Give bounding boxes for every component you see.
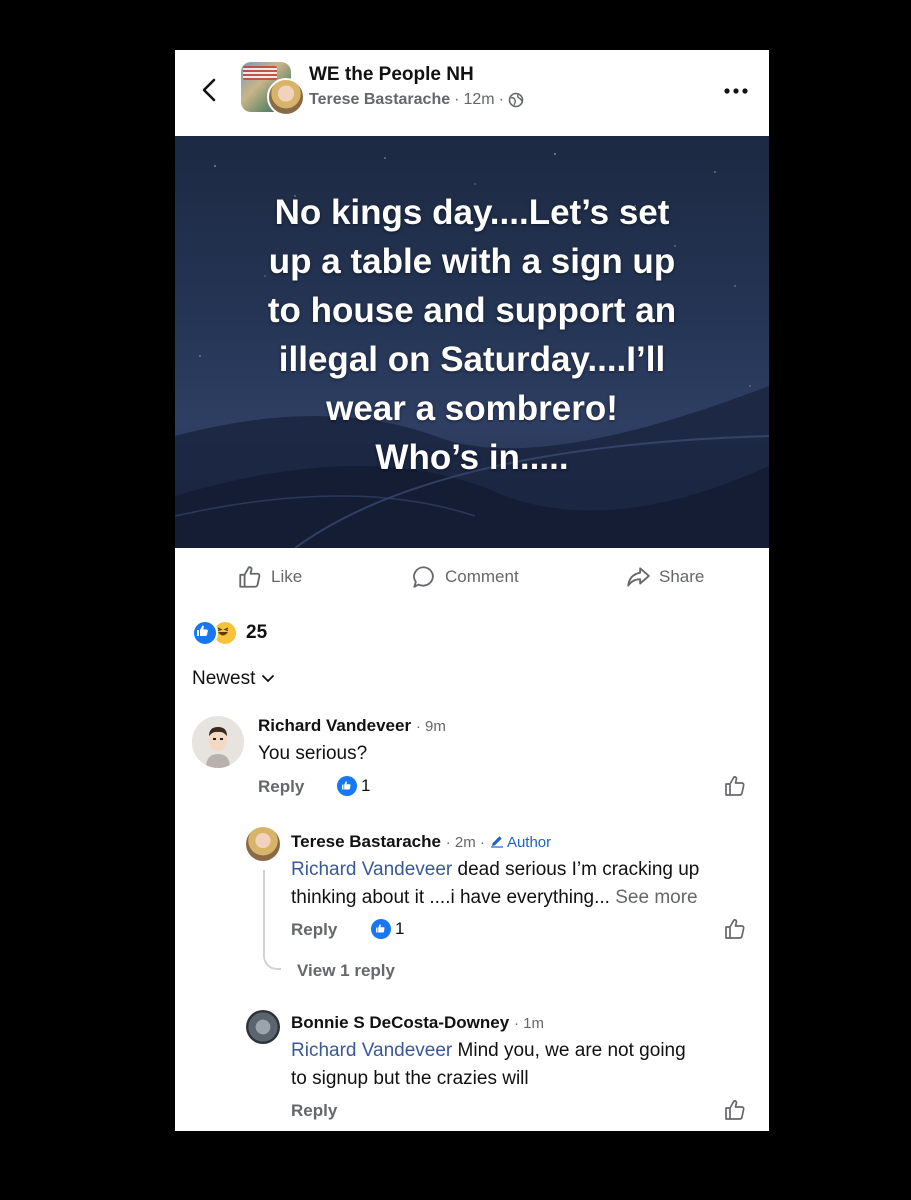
reply-button[interactable]: Reply (258, 777, 304, 797)
post-text-line: to house and support an (267, 291, 677, 330)
sort-label: Newest (192, 668, 256, 689)
comment-icon (413, 566, 434, 588)
thumbs-up-icon (239, 566, 261, 588)
post-text-line: wear a sombrero! (326, 389, 618, 428)
thumbs-up-icon[interactable] (723, 774, 747, 798)
mention-link[interactable]: Richard Vandeveer (291, 1040, 452, 1061)
avatar[interactable] (246, 827, 280, 861)
comment-label: Comment (445, 567, 519, 586)
post-meta: Terese Bastarache · 12m · (309, 91, 524, 109)
see-more-link[interactable]: See more (610, 887, 697, 908)
post-text-line: Who’s in..... (375, 438, 569, 477)
post-author[interactable]: Terese Bastarache (309, 91, 450, 109)
author-badge-label: Author (506, 834, 552, 851)
reaction-count: 25 (246, 622, 268, 643)
more-horizontal-icon[interactable] (723, 86, 749, 96)
mention-link[interactable]: Richard Vandeveer (291, 859, 452, 880)
comment-text: You serious? (258, 743, 368, 764)
like-reaction-icon (192, 620, 218, 646)
comment-text: Richard Vandeveer dead serious I’m crack… (291, 856, 699, 912)
globe-icon (508, 92, 524, 108)
thumbs-up-icon[interactable] (723, 917, 747, 941)
comment-time: · 1m (513, 1015, 544, 1032)
comment-text-fragment: thinking about it ....i have everything.… (291, 887, 610, 908)
post-image[interactable]: No kings day....Let’s set up a table wit… (175, 136, 769, 548)
author-avatar[interactable] (267, 78, 305, 116)
comment-like-count[interactable]: 1 (337, 776, 370, 796)
comment-author[interactable]: Richard Vandeveer · 9m (258, 716, 446, 736)
like-button[interactable]: Like (237, 564, 302, 590)
post-text-line: illegal on Saturday....I’ll (278, 340, 666, 379)
post-header: WE the People NH Terese Bastarache · 12m… (175, 50, 769, 136)
avatar[interactable] (192, 716, 244, 768)
like-label: Like (271, 567, 303, 586)
share-label: Share (659, 567, 705, 586)
post-text-line: up a table with a sign up (268, 242, 676, 281)
author-badge: Author (490, 834, 552, 851)
post-time[interactable]: 12m (463, 91, 494, 109)
reply-button[interactable]: Reply (291, 1101, 337, 1121)
share-button[interactable]: Share (625, 564, 704, 590)
chevron-down-icon (262, 675, 275, 683)
pencil-icon (490, 836, 503, 848)
comment-text: Richard Vandeveer Mind you, we are not g… (291, 1037, 686, 1093)
comment-time: · 9m (415, 718, 446, 735)
thumbs-up-icon[interactable] (723, 1098, 747, 1122)
comment-text-line: Richard Vandeveer dead serious I’m crack… (291, 856, 699, 884)
like-badge-icon (371, 919, 391, 939)
comment-text-fragment: dead serious I’m cracking up (452, 859, 700, 880)
like-count-value: 1 (361, 776, 371, 795)
reaction-summary[interactable]: 25 (192, 620, 267, 646)
comment-author-name[interactable]: Richard Vandeveer (258, 716, 411, 735)
post-text-line: No kings day....Let’s set (274, 193, 670, 232)
comment-text-line: thinking about it ....i have everything.… (291, 884, 699, 912)
comment-button[interactable]: Comment (411, 564, 519, 590)
comment-author-name[interactable]: Terese Bastarache (291, 832, 441, 851)
reply-button[interactable]: Reply (291, 920, 337, 940)
comment-sort-dropdown[interactable]: Newest (192, 668, 275, 690)
comment-author[interactable]: Bonnie S DeCosta-Downey · 1m (291, 1013, 544, 1033)
view-replies-link[interactable]: View 1 reply (297, 961, 395, 981)
post-text: No kings day....Let’s set up a table wit… (205, 188, 739, 482)
chevron-left-icon[interactable] (197, 72, 221, 108)
like-count-value: 1 (395, 919, 405, 938)
reply-thread-line (263, 870, 281, 970)
meta-separator: · (454, 91, 460, 108)
comment-time: · 2m · (445, 834, 485, 851)
comment-like-count[interactable]: 1 (371, 919, 404, 939)
meta-separator: · (498, 91, 504, 108)
like-badge-icon (337, 776, 357, 796)
share-icon (627, 567, 650, 587)
comment-author[interactable]: Terese Bastarache · 2m · Author (291, 832, 551, 852)
avatar[interactable] (246, 1010, 280, 1044)
phone-screen: WE the People NH Terese Bastarache · 12m… (175, 50, 769, 1131)
comment-text-line: Richard Vandeveer Mind you, we are not g… (291, 1037, 686, 1065)
group-name[interactable]: WE the People NH (309, 64, 474, 86)
comment-author-name[interactable]: Bonnie S DeCosta-Downey (291, 1013, 509, 1032)
action-bar: Like Comment Share (175, 560, 769, 604)
comment-text-fragment: Mind you, we are not going (452, 1040, 686, 1061)
comment-text-line: to signup but the crazies will (291, 1068, 529, 1089)
